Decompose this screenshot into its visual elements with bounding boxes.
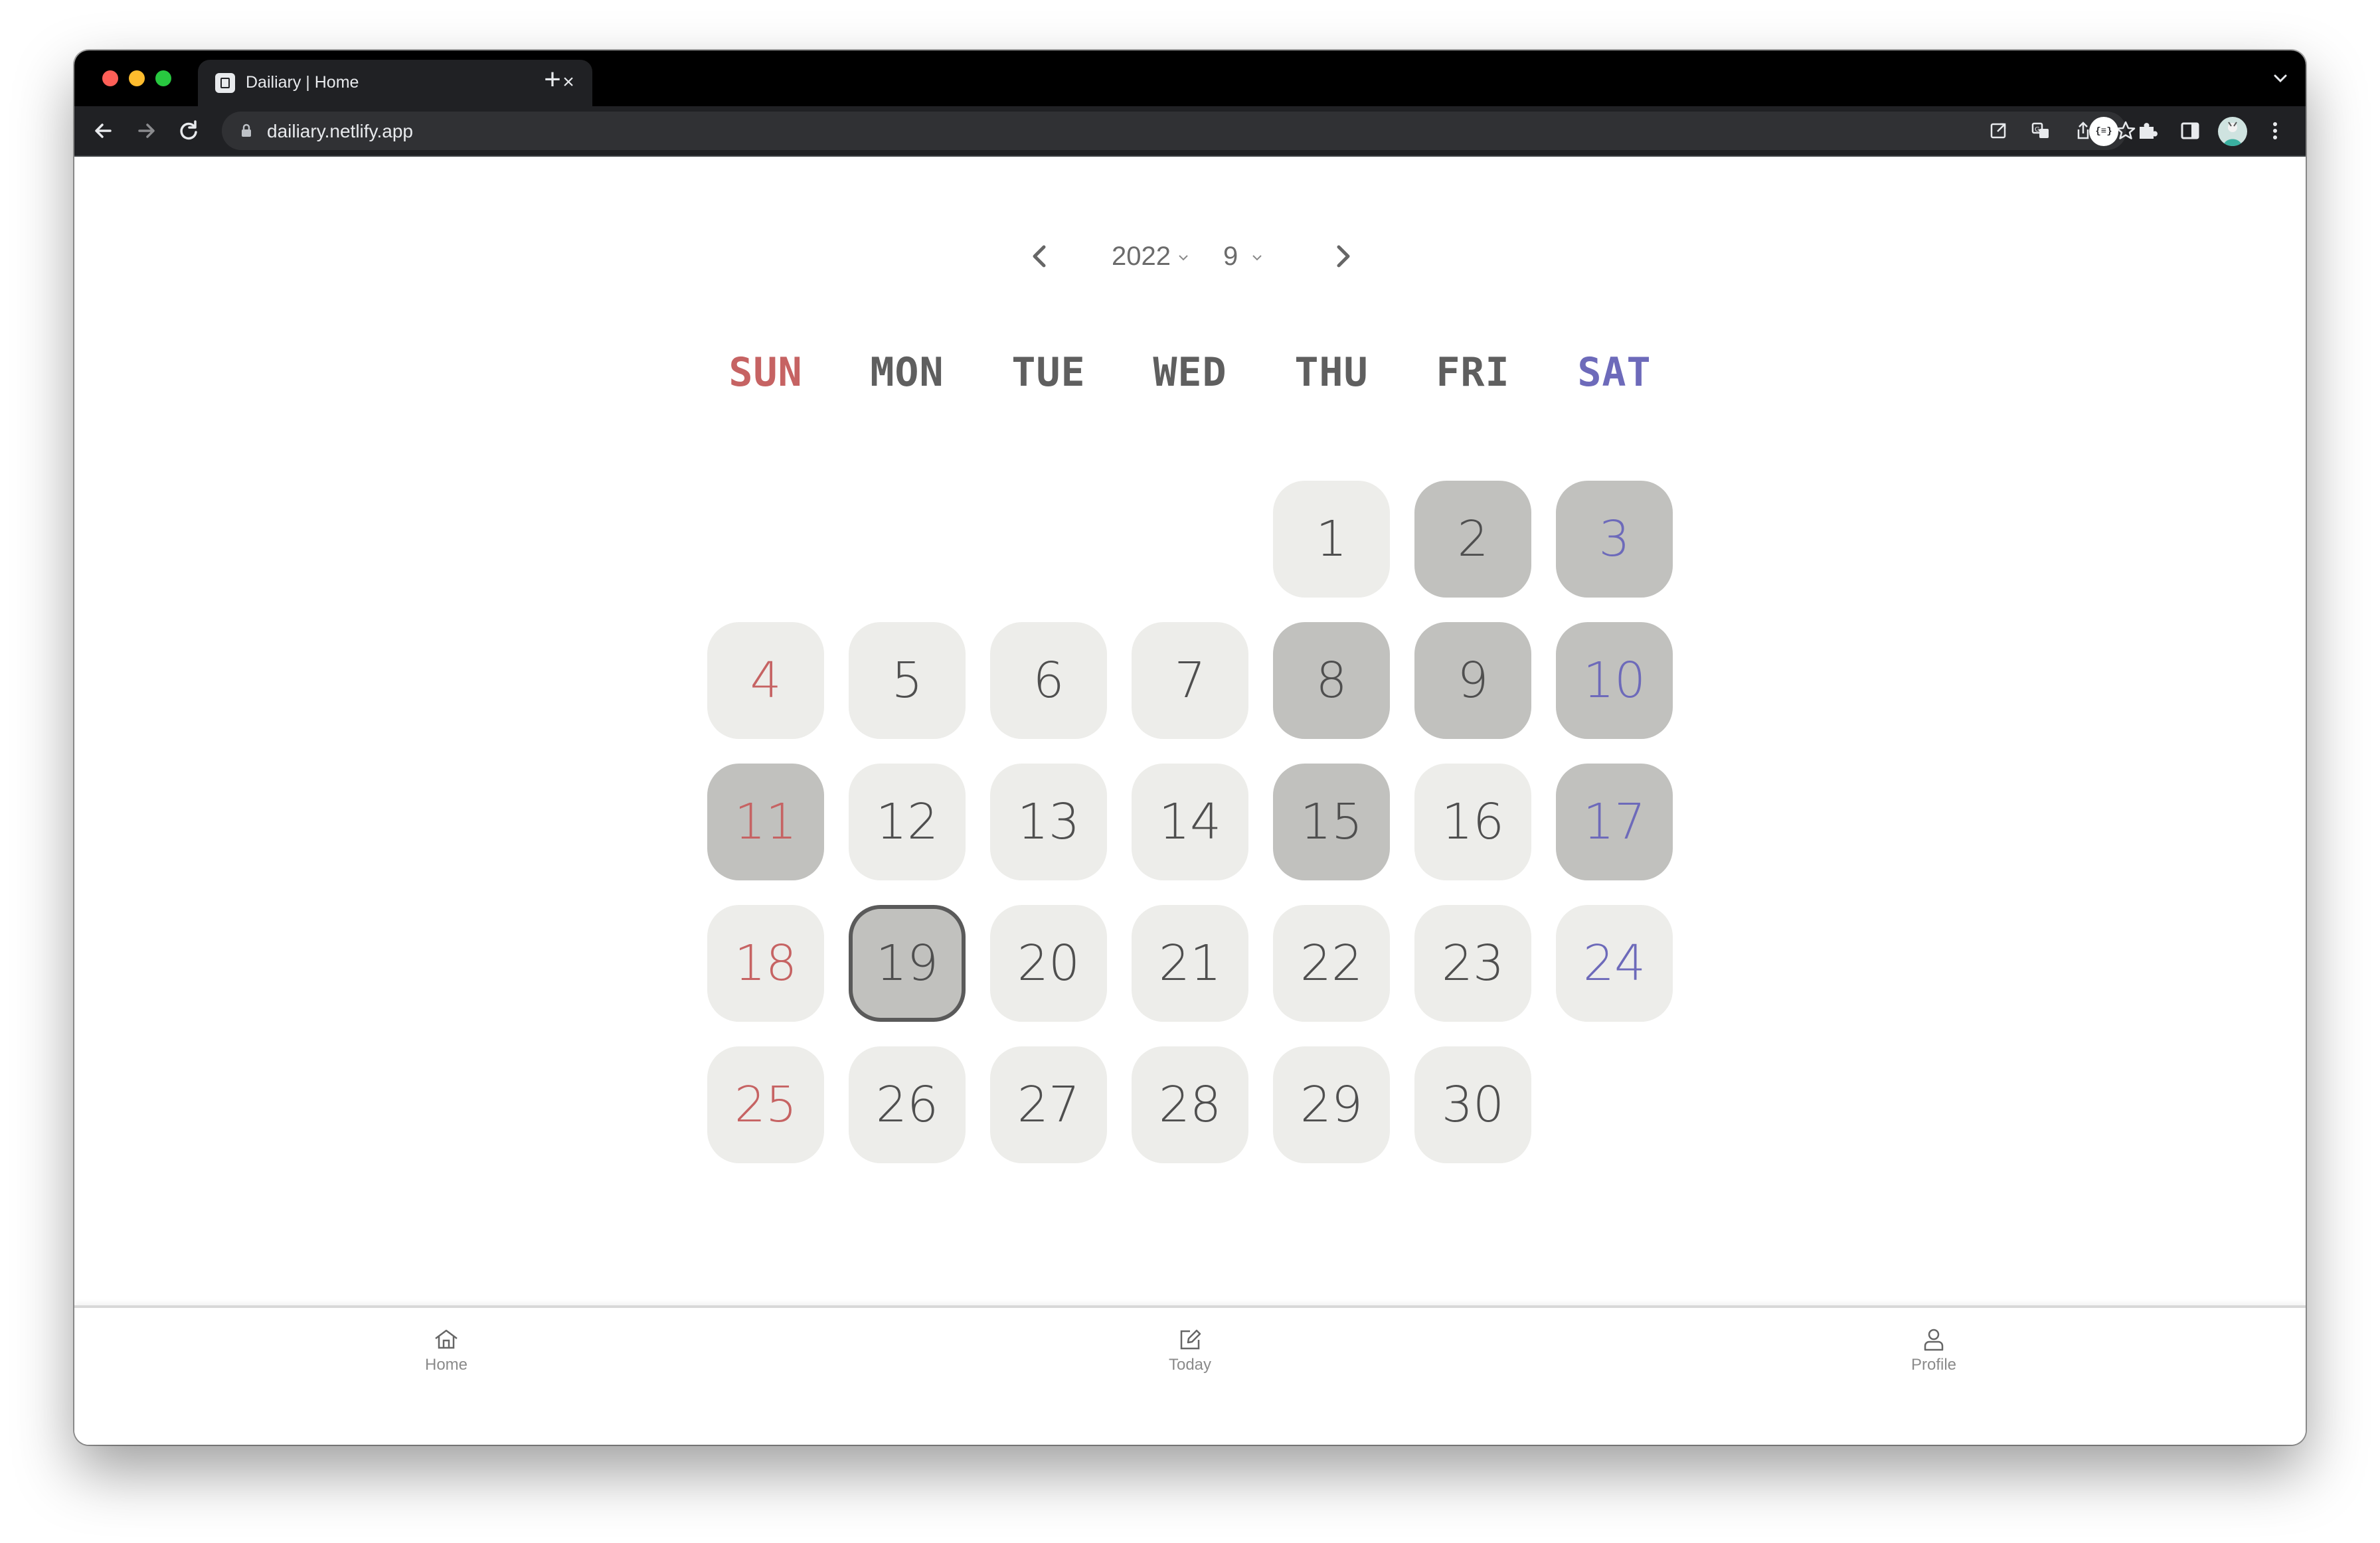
calendar-day[interactable]: 20	[990, 905, 1107, 1022]
calendar-day[interactable]: 10	[1556, 622, 1673, 739]
page-favicon-icon	[215, 73, 235, 93]
profile-avatar[interactable]	[2218, 117, 2247, 146]
nav-profile-label: Profile	[1911, 1356, 1957, 1374]
calendar-day[interactable]: 9	[1414, 622, 1531, 739]
calendar-day[interactable]: 29	[1273, 1046, 1390, 1163]
forward-button[interactable]	[130, 115, 162, 147]
side-panel-button[interactable]	[2174, 115, 2206, 147]
calendar-day-today[interactable]: 19	[849, 905, 966, 1022]
calendar-day[interactable]: 25	[707, 1046, 824, 1163]
browser-window: Dailiary | Home × + dailiary.netlify.app…	[74, 50, 2306, 1445]
browser-toolbar: dailiary.netlify.app G {≡}	[74, 106, 2306, 157]
minimize-window-button[interactable]	[129, 70, 145, 86]
tab-search-button[interactable]	[2267, 65, 2294, 92]
translate-icon[interactable]: G	[2028, 118, 2053, 143]
svg-text:G: G	[2035, 126, 2040, 133]
calendar-day[interactable]: 4	[707, 622, 824, 739]
nav-today-label: Today	[1168, 1356, 1212, 1374]
nav-profile[interactable]: Profile	[1861, 1317, 2007, 1390]
home-icon	[435, 1329, 458, 1349]
bottom-navigation: Home Today Profile	[74, 1305, 2306, 1445]
calendar-day[interactable]: 7	[1132, 622, 1248, 739]
calendar-day[interactable]: 8	[1273, 622, 1390, 739]
arrow-left-icon	[95, 123, 112, 138]
browser-menu-button[interactable]	[2259, 115, 2291, 147]
new-tab-button[interactable]: +	[533, 61, 572, 101]
nav-home-label: Home	[424, 1356, 468, 1374]
calendar-day[interactable]: 12	[849, 764, 966, 880]
calendar-day[interactable]: 24	[1556, 905, 1673, 1022]
reload-icon	[180, 120, 197, 140]
open-in-new-icon[interactable]	[1986, 118, 2011, 143]
calendar-day[interactable]: 1	[1273, 481, 1390, 598]
lock-icon	[242, 123, 251, 137]
calendar-day[interactable]: 2	[1414, 481, 1531, 598]
calendar-day[interactable]: 27	[990, 1046, 1107, 1163]
extensions-button[interactable]	[2132, 115, 2164, 147]
tab-strip: Dailiary | Home × +	[74, 50, 2306, 106]
calendar-day[interactable]: 26	[849, 1046, 966, 1163]
address-bar[interactable]: dailiary.netlify.app G	[222, 112, 2136, 150]
nav-today[interactable]: Today	[1117, 1317, 1263, 1390]
avatar-image-icon	[2223, 122, 2242, 146]
chevron-down-icon	[2274, 74, 2287, 83]
extension-button[interactable]: {≡}	[2089, 117, 2118, 146]
page-content: 2022 9 SUN MON TUE WED THU FRI SAT 12345…	[74, 157, 2306, 1445]
close-window-button[interactable]	[102, 70, 118, 86]
back-button[interactable]	[88, 115, 120, 147]
reload-button[interactable]	[173, 115, 205, 147]
calendar-grid: 1 2 3 4 5 6 7 8 9 10 11 12 13 14 15 16 17 18 19 20 21 22 23 24 2…	[74, 157, 2306, 1445]
person-icon	[1924, 1329, 1944, 1351]
calendar-day[interactable]: 5	[849, 622, 966, 739]
calendar-day[interactable]: 13	[990, 764, 1107, 880]
arrow-right-icon	[138, 123, 155, 138]
calendar-day[interactable]: 17	[1556, 764, 1673, 880]
tab-title: Dailiary | Home	[246, 73, 359, 92]
calendar-day[interactable]: 18	[707, 905, 824, 1022]
nav-home[interactable]: Home	[373, 1317, 519, 1390]
calendar-day[interactable]: 6	[990, 622, 1107, 739]
url-text: dailiary.netlify.app	[267, 121, 413, 141]
calendar-day[interactable]: 22	[1273, 905, 1390, 1022]
calendar-day[interactable]: 14	[1132, 764, 1248, 880]
calendar-day[interactable]: 16	[1414, 764, 1531, 880]
calendar-day[interactable]: 21	[1132, 905, 1248, 1022]
puzzle-icon	[2140, 123, 2158, 139]
calendar-day[interactable]: 23	[1414, 905, 1531, 1022]
more-vertical-icon	[2273, 122, 2277, 139]
calendar-day[interactable]: 3	[1556, 481, 1673, 598]
calendar-day[interactable]: 28	[1132, 1046, 1248, 1163]
calendar-day[interactable]: 15	[1273, 764, 1390, 880]
side-panel-icon	[2181, 122, 2199, 139]
edit-icon	[1180, 1329, 1201, 1350]
calendar-day[interactable]: 11	[707, 764, 824, 880]
calendar-day[interactable]: 30	[1414, 1046, 1531, 1163]
maximize-window-button[interactable]	[155, 70, 171, 86]
